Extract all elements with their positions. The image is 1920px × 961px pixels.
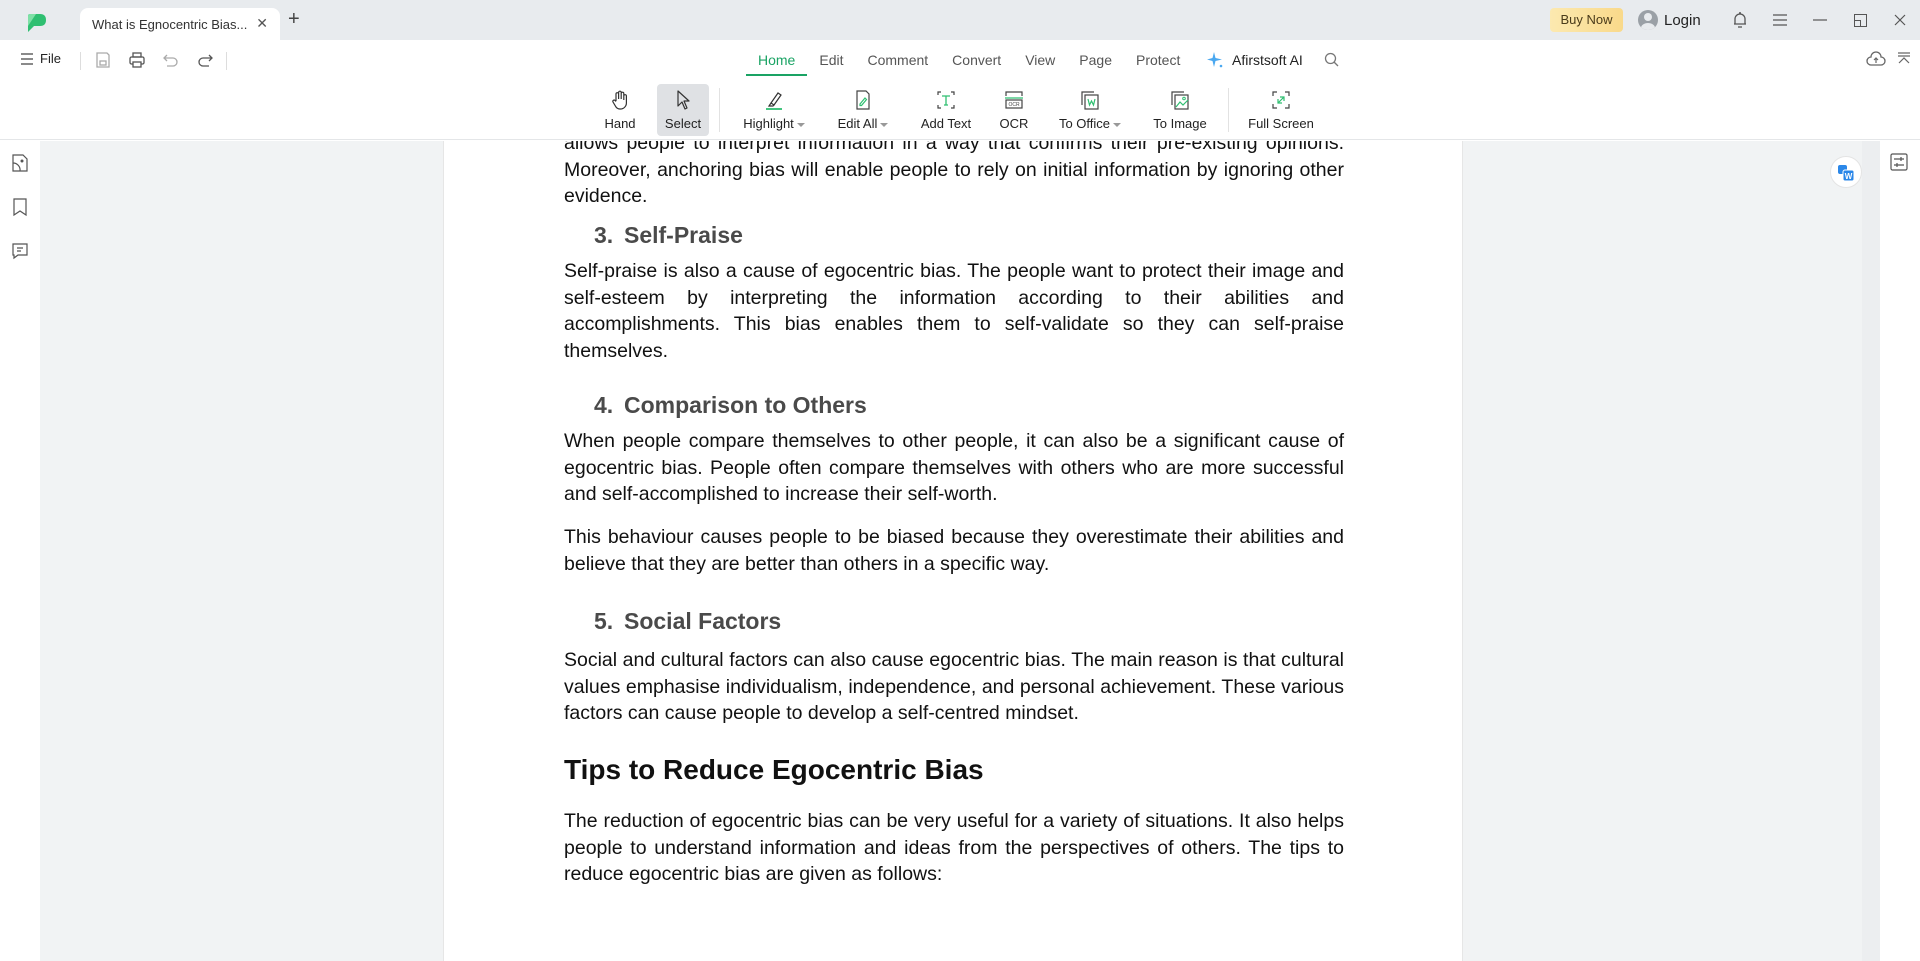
to-office-button[interactable]: To Office bbox=[1052, 84, 1128, 136]
hand-tool-button[interactable]: Hand bbox=[596, 84, 644, 136]
close-window-icon[interactable] bbox=[1888, 8, 1912, 32]
login-button[interactable]: Login bbox=[1638, 10, 1701, 30]
to-image-label: To Image bbox=[1153, 116, 1207, 131]
bookmark-icon[interactable] bbox=[10, 197, 30, 217]
undo-icon[interactable] bbox=[161, 50, 181, 70]
close-tab-icon[interactable]: ✕ bbox=[256, 15, 268, 32]
login-label: Login bbox=[1664, 11, 1701, 29]
ocr-button[interactable]: OCR OCR bbox=[996, 84, 1032, 136]
tab-comment[interactable]: Comment bbox=[855, 40, 940, 74]
divider bbox=[719, 88, 720, 132]
document-viewport[interactable]: allows people to interpret information i… bbox=[40, 141, 1880, 961]
restore-icon[interactable] bbox=[1848, 8, 1872, 32]
user-avatar-icon bbox=[1638, 10, 1658, 30]
to-word-icon bbox=[1078, 88, 1102, 112]
select-label: Select bbox=[664, 116, 702, 131]
sparkle-icon bbox=[1207, 52, 1223, 68]
to-office-label: To Office bbox=[1058, 116, 1111, 131]
translate-icon: W bbox=[1838, 165, 1855, 182]
properties-panel-icon[interactable] bbox=[1890, 153, 1908, 171]
pdf-page: allows people to interpret information i… bbox=[443, 141, 1463, 961]
ai-label: Afirstsoft AI bbox=[1232, 52, 1303, 68]
document-tab[interactable]: What is Egnocentric Bias... ✕ bbox=[80, 8, 280, 40]
notification-bell-icon[interactable] bbox=[1728, 8, 1752, 32]
tab-edit[interactable]: Edit bbox=[807, 40, 855, 74]
hand-label: Hand bbox=[604, 116, 636, 131]
collapse-ribbon-icon[interactable] bbox=[1896, 51, 1912, 67]
edit-all-button[interactable]: Edit All bbox=[833, 84, 893, 136]
file-label: File bbox=[40, 51, 61, 66]
cursor-arrow-icon bbox=[671, 88, 695, 112]
svg-text:W: W bbox=[1845, 172, 1853, 181]
chevron-down-icon bbox=[1113, 122, 1122, 127]
edit-all-label: Edit All bbox=[837, 116, 878, 131]
add-text-icon bbox=[934, 88, 958, 112]
afirstsoft-ai-button[interactable]: Afirstsoft AI bbox=[1206, 51, 1303, 69]
tab-view[interactable]: View bbox=[1013, 40, 1067, 74]
paragraph-comparison-2: This behaviour causes people to be biase… bbox=[564, 526, 1344, 575]
app-logo-icon bbox=[28, 14, 46, 32]
heading-tips: Tips to Reduce Egocentric Bias bbox=[564, 754, 984, 785]
heading-social-factors: 5. Social Factors bbox=[594, 608, 782, 634]
tab-protect[interactable]: Protect bbox=[1124, 40, 1192, 74]
chevron-down-icon bbox=[880, 122, 889, 127]
search-icon[interactable] bbox=[1324, 52, 1339, 67]
to-image-icon bbox=[1168, 88, 1192, 112]
paragraph-comparison-1: When people compare themselves to other … bbox=[564, 430, 1344, 505]
paragraph-social-factors: Social and cultural factors can also cau… bbox=[564, 649, 1344, 724]
buy-now-button[interactable]: Buy Now bbox=[1550, 8, 1623, 32]
tab-convert[interactable]: Convert bbox=[940, 40, 1013, 74]
print-icon[interactable] bbox=[127, 50, 147, 70]
edit-document-icon bbox=[851, 88, 875, 112]
cloud-upload-icon[interactable] bbox=[1866, 51, 1886, 67]
full-screen-icon bbox=[1269, 88, 1293, 112]
tab-page[interactable]: Page bbox=[1067, 40, 1124, 74]
paragraph-anchoring-bias: allows people to interpret information i… bbox=[564, 141, 1344, 207]
hand-icon bbox=[608, 88, 632, 112]
add-text-button[interactable]: Add Text bbox=[915, 84, 977, 136]
divider bbox=[1228, 88, 1229, 132]
hamburger-icon bbox=[21, 52, 33, 65]
to-image-button[interactable]: To Image bbox=[1148, 84, 1212, 136]
highlight-label: Highlight bbox=[743, 116, 794, 131]
add-text-label: Add Text bbox=[920, 116, 972, 131]
thumbnails-icon[interactable] bbox=[10, 153, 30, 173]
title-bar: What is Egnocentric Bias... ✕ + Buy Now … bbox=[0, 0, 1920, 40]
translate-button[interactable]: W bbox=[1830, 156, 1862, 188]
chevron-down-icon bbox=[796, 122, 805, 127]
full-screen-label: Full Screen bbox=[1248, 116, 1314, 131]
select-tool-button[interactable]: Select bbox=[657, 84, 709, 136]
svg-text:OCR: OCR bbox=[1008, 102, 1020, 108]
new-tab-button[interactable]: + bbox=[288, 9, 300, 29]
ribbon-toolbar: Hand Select Highlight Edit All Add Text … bbox=[0, 80, 1920, 140]
divider bbox=[226, 52, 227, 70]
menu-row: File Home Edit Comment Convert View Page… bbox=[0, 40, 1920, 80]
highlighter-icon bbox=[762, 88, 786, 112]
paragraph-tips: The reduction of egocentric bias can be … bbox=[564, 810, 1344, 885]
heading-comparison-to-others: 4. Comparison to Others bbox=[594, 392, 867, 418]
comments-icon[interactable] bbox=[10, 241, 30, 261]
menu-icon[interactable] bbox=[1768, 8, 1792, 32]
paragraph-self-praise: Self-praise is also a cause of egocentri… bbox=[564, 260, 1344, 362]
ocr-label: OCR bbox=[999, 116, 1029, 131]
full-screen-button[interactable]: Full Screen bbox=[1246, 84, 1316, 136]
redo-icon[interactable] bbox=[195, 50, 215, 70]
ribbon-tabs: Home Edit Comment Convert View Page Prot… bbox=[746, 40, 1192, 80]
file-menu-button[interactable]: File bbox=[20, 51, 61, 66]
tab-title: What is Egnocentric Bias... bbox=[92, 17, 248, 32]
minimize-icon[interactable] bbox=[1808, 8, 1832, 32]
right-sidebar bbox=[1880, 141, 1920, 961]
tab-home[interactable]: Home bbox=[746, 40, 808, 76]
ocr-icon: OCR bbox=[1002, 88, 1026, 112]
save-icon[interactable] bbox=[93, 50, 113, 70]
highlight-button[interactable]: Highlight bbox=[737, 84, 811, 136]
vertical-scrollbar[interactable] bbox=[1862, 141, 1880, 961]
left-sidebar bbox=[0, 141, 40, 961]
heading-self-praise: 3. Self-Praise bbox=[594, 222, 743, 248]
divider bbox=[80, 52, 81, 70]
